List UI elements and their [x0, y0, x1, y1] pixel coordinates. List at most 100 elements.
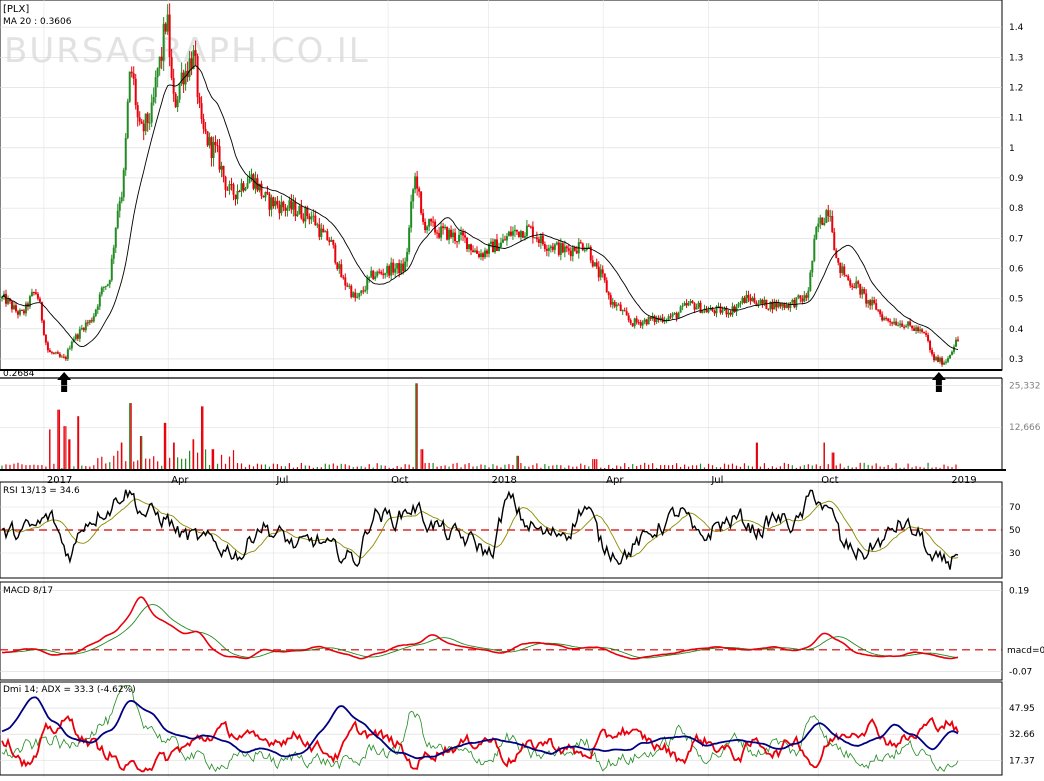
candle-body — [202, 118, 205, 129]
volume-bar — [492, 464, 494, 469]
volume-bar — [771, 466, 773, 469]
candle-body — [583, 249, 586, 251]
candle-body — [675, 313, 678, 319]
candle-body — [198, 97, 201, 104]
volume-bar — [216, 463, 219, 469]
candle-body — [825, 210, 828, 223]
volume-bar — [81, 465, 83, 469]
candle-body — [553, 244, 556, 250]
candle-body — [234, 194, 237, 200]
candle-body — [60, 356, 63, 358]
candle-body — [733, 306, 736, 313]
volume-bar — [196, 452, 199, 469]
candle-body — [519, 231, 522, 238]
candle-body — [326, 231, 329, 241]
x-tick-label: Oct — [391, 475, 408, 486]
volume-bar — [656, 467, 658, 469]
volume-bar — [17, 462, 19, 469]
candle-body — [152, 96, 155, 103]
volume-bar — [296, 467, 298, 469]
volume-bar — [404, 464, 406, 469]
volume-bar — [544, 464, 546, 469]
volume-bar — [53, 463, 55, 469]
candle-body — [194, 50, 197, 57]
volume-bar — [260, 464, 263, 469]
volume-ytick-label: 12,666 — [1009, 423, 1041, 433]
price-ytick-label: 1.2 — [1009, 83, 1023, 93]
volume-bar — [392, 467, 394, 469]
candle-body — [380, 272, 383, 274]
volume-bar — [512, 465, 514, 469]
candle-body — [609, 295, 612, 305]
volume-bar — [939, 467, 941, 469]
candle-body — [929, 340, 932, 350]
candle-body — [637, 322, 640, 324]
candle-body — [479, 253, 482, 258]
volume-bar — [640, 464, 642, 469]
candle-body — [853, 287, 856, 289]
candle-body — [206, 131, 209, 146]
volume-bar — [675, 463, 678, 469]
candle-body — [617, 304, 620, 306]
candle-body — [400, 263, 403, 274]
candle-body — [118, 201, 121, 211]
volume-bar — [440, 465, 442, 469]
candle-body — [673, 313, 676, 315]
candle-body — [52, 352, 55, 354]
candle-body — [424, 221, 427, 231]
candle-body — [685, 303, 688, 306]
price-ytick-label: 0.5 — [1009, 295, 1023, 305]
volume-bar — [628, 466, 630, 469]
candle-body — [813, 238, 816, 261]
volume-bar — [517, 455, 519, 469]
volume-bar — [823, 442, 825, 469]
candle-body — [753, 297, 756, 303]
candle-body — [889, 320, 892, 323]
candle-body — [134, 78, 137, 106]
volume-bar — [472, 466, 474, 469]
candle-body — [927, 334, 930, 341]
volume-bar — [715, 467, 718, 469]
candle-body — [168, 14, 171, 58]
candle-body — [374, 276, 377, 280]
candle-body — [909, 321, 912, 326]
candle-body — [951, 351, 954, 355]
volume-bar — [508, 464, 510, 469]
candle-body — [272, 197, 275, 207]
volume-bar — [25, 465, 27, 469]
volume-bar — [867, 464, 869, 469]
volume-bar — [49, 429, 51, 469]
candle-body — [310, 216, 313, 220]
volume-bar — [185, 458, 187, 469]
volume-bar — [833, 452, 835, 469]
volume-bar — [807, 464, 809, 469]
candle-body — [230, 184, 233, 186]
candle-body — [641, 321, 644, 326]
candle-body — [867, 300, 870, 304]
candle-body — [567, 248, 570, 251]
candle-body — [170, 57, 173, 78]
candle-body — [300, 205, 303, 219]
candle-body — [268, 193, 271, 210]
volume-bar — [759, 466, 762, 469]
candle-body — [160, 56, 163, 61]
candle-body — [499, 242, 502, 247]
candle-body — [470, 244, 473, 251]
volume-bar — [687, 466, 690, 469]
volume-bar — [903, 467, 905, 469]
volume-bar — [336, 465, 338, 469]
volume-bar — [735, 465, 738, 469]
volume-bar — [304, 465, 306, 469]
candle-body — [292, 201, 295, 210]
volume-bar — [173, 442, 175, 469]
volume-bar — [372, 467, 374, 469]
candle-body — [38, 298, 41, 303]
rsi-yticks: 70 50 30 — [1009, 503, 1021, 559]
candle-body — [362, 290, 365, 292]
candle-body — [799, 295, 802, 299]
candle-body — [208, 137, 211, 146]
candle-body — [388, 266, 391, 276]
volume-bar — [911, 467, 913, 469]
volume-bar — [163, 422, 166, 469]
volume-bar — [719, 467, 722, 469]
